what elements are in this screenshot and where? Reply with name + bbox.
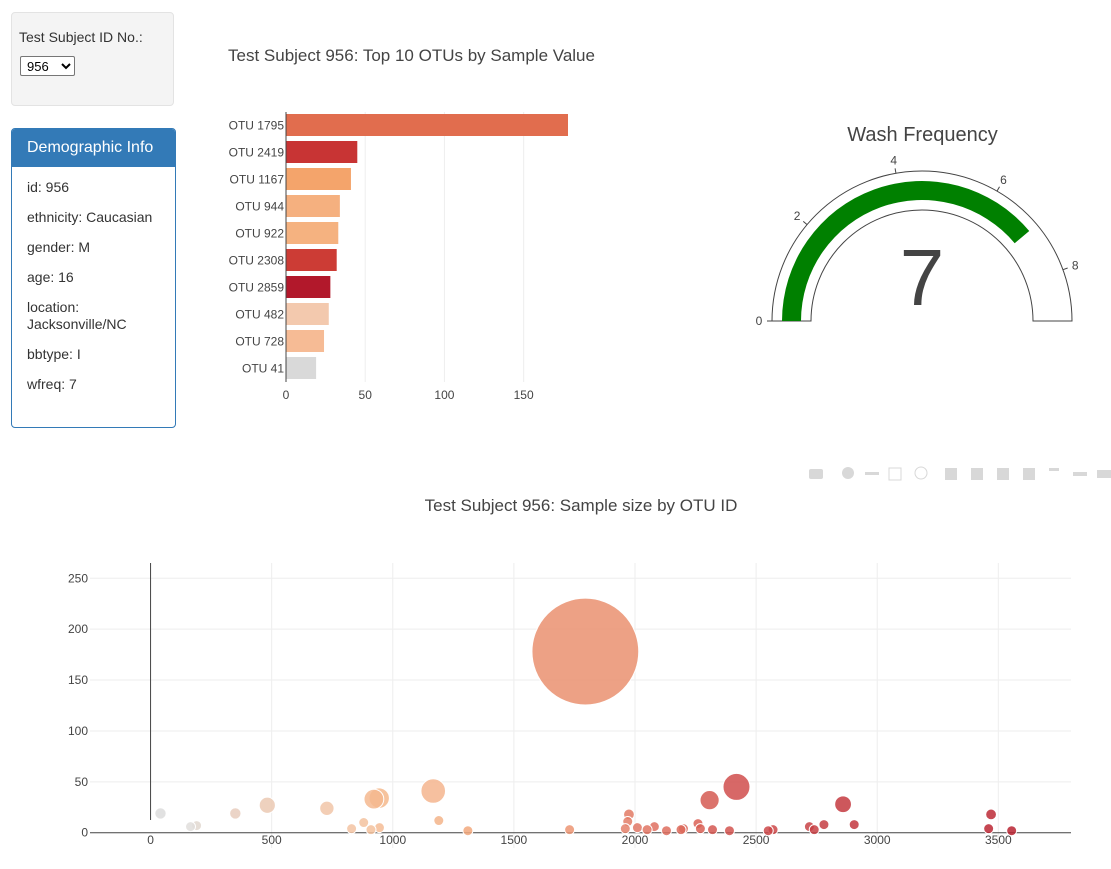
bubble-point: [834, 795, 852, 814]
bar-y-tick-label: OTU 922: [235, 227, 284, 241]
bubble-point: [531, 597, 640, 706]
hover-compare-icon[interactable]: [1097, 470, 1111, 478]
bubble-chart: 0501001502002500 500 1000 1500 2000 2500 3000 3…: [68, 563, 1071, 848]
zoom-out-icon[interactable]: [971, 468, 983, 480]
bar: [286, 330, 325, 352]
autoscale-icon[interactable]: [997, 468, 1009, 480]
bubble-point: [564, 824, 576, 836]
bubble-point: [641, 824, 653, 836]
bubble-point: [363, 788, 385, 810]
gauge-tick: [802, 220, 808, 225]
gauge-tick: [996, 186, 1000, 192]
bubble-y-tick-label: 50: [75, 775, 89, 789]
gauge-tick-label: 4: [890, 153, 897, 167]
wash-frequency-gauge: 0 2 4 6 8 7: [756, 153, 1079, 328]
bubble-x-tick-label: 500: [262, 833, 282, 847]
bar: [286, 357, 317, 379]
bubble-point: [154, 807, 167, 820]
bubble-x-tick-label: 1500: [501, 833, 528, 847]
bubble-y-tick-label: 100: [68, 724, 88, 738]
bar-x-tick-label: 50: [359, 388, 373, 402]
bubble-point: [433, 815, 445, 827]
bubble-x-tick-label: 2000: [622, 833, 649, 847]
bubble-point: [229, 807, 242, 820]
bubble-point: [983, 823, 995, 835]
gauge-tick: [894, 168, 897, 174]
bar-y-tick-label: OTU 944: [235, 200, 284, 214]
pan-icon[interactable]: [865, 472, 879, 475]
bubble-point: [723, 825, 735, 837]
gauge-tick-label: 0: [756, 314, 763, 328]
bubble-point: [619, 823, 631, 835]
bubble-point: [346, 823, 358, 835]
bar-y-tick-label: OTU 482: [235, 308, 284, 322]
bar-chart: 0 50 100 150 OTU 1795 OTU 2419 OTU 1167 OTU 944…: [229, 112, 568, 402]
bar-y-tick-label: OTU 1167: [230, 173, 285, 187]
bar-y-tick-label: OTU 2859: [229, 281, 285, 295]
bubble-y-tick-label: 200: [68, 622, 88, 636]
bubble-x-tick-label: 0: [147, 833, 154, 847]
bubble-point: [185, 821, 197, 833]
bar: [286, 222, 339, 244]
bubble-point: [319, 800, 335, 817]
plot-modebar: [809, 466, 1111, 481]
bubble-point: [848, 819, 860, 831]
gauge-value-number: 7: [900, 233, 945, 322]
bubble-point: [985, 808, 997, 821]
bar-y-tick-label: OTU 2308: [229, 254, 285, 268]
bar-y-tick-label: OTU 41: [242, 362, 284, 376]
gauge-tick: [1062, 267, 1068, 271]
bubble-point: [258, 796, 276, 814]
bar-y-tick-label: OTU 2419: [229, 146, 285, 160]
lasso-icon[interactable]: [914, 466, 928, 480]
bar: [286, 249, 337, 271]
gauge-tick-label: 2: [794, 209, 801, 223]
bubble-point: [365, 824, 377, 836]
bar: [286, 276, 331, 298]
bubble-chart-title: Test Subject 956: Sample size by OTU ID: [424, 496, 738, 515]
camera-icon[interactable]: [809, 469, 823, 479]
bubble-y-tick-label: 150: [68, 673, 88, 687]
bar-y-tick-label: OTU 1795: [229, 119, 285, 133]
bubble-x-tick-label: 3500: [985, 833, 1012, 847]
bar-y-tick-label: OTU 728: [235, 335, 284, 349]
bubble-point: [631, 822, 643, 834]
spike-lines-icon[interactable]: [1049, 468, 1059, 471]
bar-x-tick-label: 150: [514, 388, 534, 402]
gauge-tick-label: 6: [1000, 173, 1007, 187]
bubble-x-tick-label: 1000: [379, 833, 406, 847]
bar-x-tick-label: 100: [434, 388, 454, 402]
zoom-icon[interactable]: [842, 467, 854, 479]
hover-closest-icon[interactable]: [1073, 472, 1087, 476]
bubble-point: [694, 823, 706, 835]
bubble-point: [818, 819, 830, 831]
gauge-tick-label: 8: [1072, 258, 1079, 272]
bubble-point: [762, 825, 774, 837]
bubble-point: [699, 790, 720, 811]
bubble-point: [722, 772, 751, 801]
bubble-y-tick-label: 0: [81, 826, 88, 840]
box-select-icon[interactable]: [888, 467, 902, 481]
bar-x-tick-label: 0: [283, 388, 290, 402]
bar: [286, 141, 358, 163]
bar: [286, 168, 351, 190]
bubble-y-tick-label: 250: [68, 571, 88, 585]
bubble-x-tick-label: 3000: [864, 833, 891, 847]
bubble-point: [1006, 825, 1018, 837]
bar: [286, 195, 340, 217]
bubble-point: [462, 825, 474, 837]
bubble-point: [675, 824, 687, 836]
zoom-in-icon[interactable]: [945, 468, 957, 480]
reset-axes-icon[interactable]: [1023, 468, 1035, 480]
bubble-point: [420, 778, 447, 804]
bubble-point: [660, 825, 672, 837]
bar: [286, 114, 568, 136]
bubble-point: [707, 824, 719, 836]
bubble-point: [808, 824, 820, 836]
bar: [286, 303, 329, 325]
